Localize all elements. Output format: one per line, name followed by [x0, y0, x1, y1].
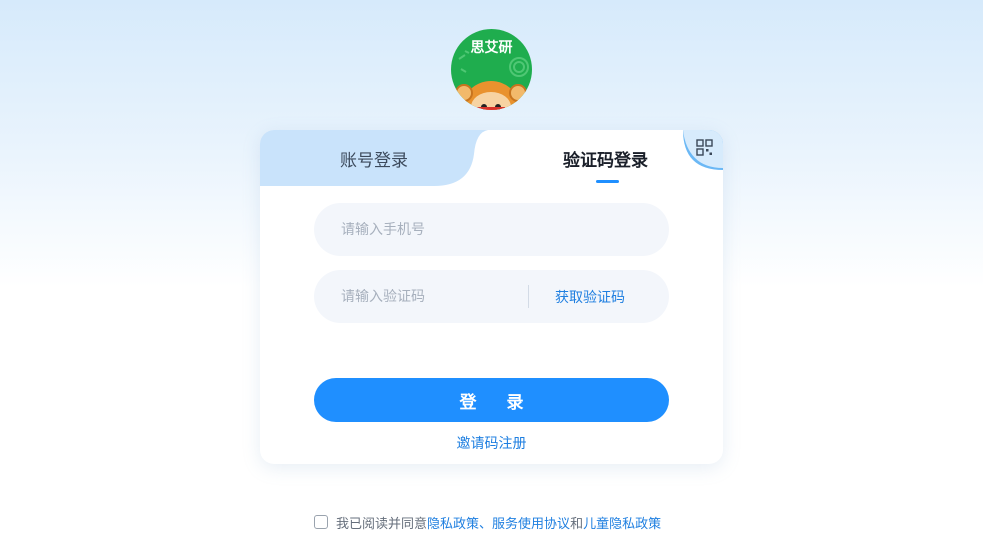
qr-login-toggle[interactable] — [683, 130, 723, 170]
phone-field — [314, 203, 669, 256]
active-tab-indicator — [596, 180, 619, 183]
get-code-button[interactable]: 获取验证码 — [555, 270, 625, 323]
login-button[interactable]: 登 录 — [314, 378, 669, 422]
qr-code-icon — [683, 130, 723, 170]
tab-code-login-label: 验证码登录 — [563, 150, 648, 171]
verification-code-input[interactable] — [341, 288, 521, 305]
phone-input[interactable] — [341, 221, 641, 238]
agreement-separator: 、 — [479, 516, 493, 532]
tab-account-login-label: 账号登录 — [340, 150, 408, 171]
field-divider — [528, 285, 529, 308]
service-agreement-link[interactable]: 服务使用协议 — [492, 513, 570, 532]
app-logo: 思艾研 — [451, 29, 532, 110]
verification-code-field: 获取验证码 — [314, 270, 669, 323]
children-privacy-policy-link[interactable]: 儿童隐私政策 — [583, 513, 661, 532]
privacy-policy-link[interactable]: 隐私政策 — [427, 513, 479, 532]
agreement-checkbox[interactable] — [314, 515, 328, 529]
tab-account-login[interactable]: 账号登录 — [260, 130, 488, 186]
logo-text: 思艾研 — [471, 39, 513, 56]
invite-code-register-link[interactable]: 邀请码注册 — [260, 433, 723, 453]
login-card: 账号登录 验证码登录 获取验证码 登 录 邀请码注册 — [260, 130, 723, 464]
agreement-and: 和 — [570, 516, 584, 532]
agreement-prefix: 我已阅读并同意 — [336, 516, 428, 532]
agreement-row: 我已阅读并同意 隐私政策 、 服务使用协议 和 儿童隐私政策 — [314, 513, 661, 532]
